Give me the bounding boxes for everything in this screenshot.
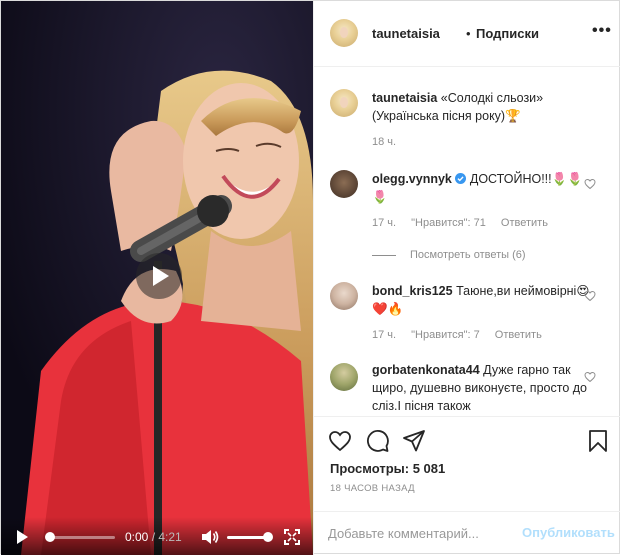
views-count: Просмотры: 5 081 bbox=[330, 461, 445, 476]
header-separator: • bbox=[466, 26, 471, 41]
video-player[interactable]: 0:00 / 4:21 bbox=[1, 1, 313, 555]
comments-list: taunetaisia «Солодкі сльози» (Українська… bbox=[314, 68, 620, 416]
comment-time: 17 ч. bbox=[372, 217, 397, 229]
caption-meta: 18 ч. bbox=[372, 136, 408, 148]
comment-icon[interactable] bbox=[366, 429, 390, 453]
author-avatar[interactable] bbox=[330, 19, 358, 47]
caption-username[interactable]: taunetaisia bbox=[372, 91, 437, 105]
comment-meta: 17 ч. "Нравится": 71 Ответить bbox=[372, 217, 560, 229]
post-header: taunetaisia • Подписки ••• bbox=[314, 1, 620, 67]
fullscreen-icon[interactable] bbox=[284, 529, 300, 545]
play-icon[interactable] bbox=[17, 530, 28, 544]
volume-icon[interactable] bbox=[201, 529, 219, 545]
heart-icon[interactable] bbox=[328, 429, 352, 453]
comment-likes[interactable]: "Нравится": 7 bbox=[411, 329, 480, 341]
comment-item: olegg.vynnyk ДОСТОЙНО!!!🌷🌷🌷 bbox=[372, 170, 590, 206]
publish-button[interactable]: Опубликовать bbox=[522, 525, 615, 540]
progress-knob[interactable] bbox=[45, 532, 55, 542]
comment-avatar[interactable] bbox=[330, 363, 358, 391]
comment-likes[interactable]: "Нравится": 71 bbox=[411, 217, 486, 229]
views-value: 5 081 bbox=[412, 461, 446, 476]
caption-time: 18 ч. bbox=[372, 136, 397, 148]
duration: / 4:21 bbox=[151, 530, 182, 544]
view-replies-button[interactable]: Посмотреть ответы (6) bbox=[372, 249, 526, 261]
views-label: Просмотры: bbox=[330, 461, 410, 476]
comment-username[interactable]: gorbatenkonata44 bbox=[372, 363, 480, 377]
add-comment-bar: Опубликовать bbox=[314, 511, 620, 555]
share-icon[interactable] bbox=[402, 429, 426, 453]
post-actions: Просмотры: 5 081 18 ЧАСОВ НАЗАД bbox=[314, 416, 620, 516]
comment-like-heart-icon[interactable] bbox=[584, 290, 596, 302]
reply-button[interactable]: Ответить bbox=[495, 329, 542, 341]
comment-like-heart-icon[interactable] bbox=[584, 178, 596, 190]
verified-icon bbox=[455, 173, 467, 184]
progress-track[interactable] bbox=[48, 536, 115, 539]
current-time: 0:00 bbox=[125, 530, 149, 544]
bookmark-icon[interactable] bbox=[586, 429, 610, 453]
author-username[interactable]: taunetaisia bbox=[372, 26, 440, 41]
post-sidebar: taunetaisia • Подписки ••• taunetaisia «… bbox=[313, 1, 620, 555]
comment-like-heart-icon[interactable] bbox=[584, 371, 596, 383]
following-button[interactable]: Подписки bbox=[476, 26, 539, 41]
more-icon[interactable]: ••• bbox=[592, 22, 612, 40]
comment-item: bond_kris125 Таюне,ви неймовірні😍❤️🔥 bbox=[372, 282, 590, 318]
view-replies-label: Посмотреть ответы (6) bbox=[410, 249, 526, 261]
post-timestamp[interactable]: 18 ЧАСОВ НАЗАД bbox=[330, 483, 415, 494]
comment-item: gorbatenkonata44 Дуже гарно так щиро, ду… bbox=[372, 361, 590, 415]
comment-meta: 17 ч. "Нравится": 7 Ответить bbox=[372, 329, 554, 341]
comment-time: 17 ч. bbox=[372, 329, 397, 341]
replies-divider bbox=[372, 254, 396, 256]
caption: taunetaisia «Солодкі сльози» (Українська… bbox=[372, 89, 590, 125]
reply-button[interactable]: Ответить bbox=[501, 217, 548, 229]
comment-avatar[interactable] bbox=[330, 170, 358, 198]
post-dialog: 0:00 / 4:21 taunetaisia • Подписки ••• t… bbox=[0, 0, 620, 555]
comment-username[interactable]: olegg.vynnyk bbox=[372, 172, 452, 186]
caption-avatar[interactable] bbox=[330, 89, 358, 117]
video-controls: 0:00 / 4:21 bbox=[1, 517, 313, 555]
comment-username[interactable]: bond_kris125 bbox=[372, 284, 453, 298]
play-overlay-button[interactable] bbox=[136, 253, 182, 299]
volume-knob[interactable] bbox=[263, 532, 273, 542]
comment-avatar[interactable] bbox=[330, 282, 358, 310]
comment-input[interactable] bbox=[328, 523, 518, 543]
video-time: 0:00 / 4:21 bbox=[125, 530, 182, 544]
